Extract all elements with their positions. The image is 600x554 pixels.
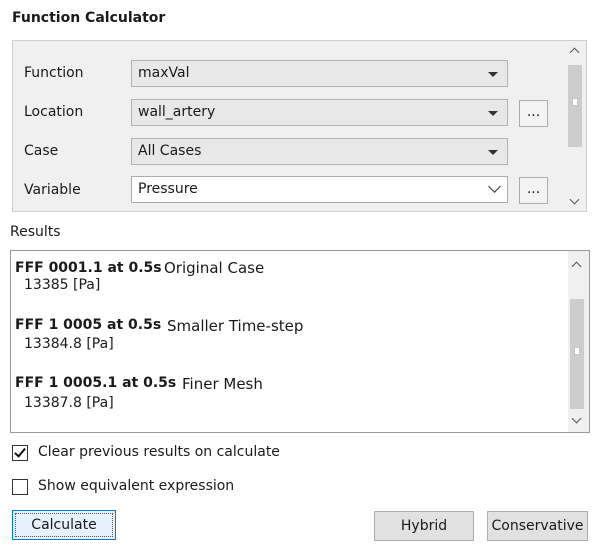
chevron-up-icon[interactable] <box>569 47 580 58</box>
results-list[interactable]: FFF 0001.1 at 0.5s Original Case 13385 [… <box>10 250 590 433</box>
chevron-down-icon <box>488 180 501 193</box>
hybrid-button[interactable]: Hybrid <box>374 511 474 541</box>
results-scrollbar[interactable] <box>568 251 589 432</box>
caret-down-icon <box>488 72 498 77</box>
location-dropdown[interactable]: wall_artery <box>131 99 508 126</box>
focus-ring <box>15 513 113 537</box>
scrollbar-thumb[interactable] <box>570 299 584 409</box>
result-note: Smaller Time-step <box>167 317 304 335</box>
result-value: 13387.8 [Pa] <box>24 395 114 411</box>
chevron-up-icon[interactable] <box>571 261 582 272</box>
function-label: Function <box>24 65 84 81</box>
calculate-button[interactable]: Calculate <box>12 510 116 540</box>
result-name: FFF 0001.1 at 0.5s <box>15 260 162 276</box>
result-value: 13385 [Pa] <box>24 277 101 293</box>
results-label: Results <box>10 224 61 240</box>
show-equivalent-label: Show equivalent expression <box>38 478 235 494</box>
variable-browse-button[interactable]: ... <box>519 177 548 204</box>
result-note: Original Case <box>164 259 265 277</box>
chevron-down-icon[interactable] <box>569 194 580 205</box>
caret-down-icon <box>488 150 498 155</box>
result-name: FFF 1 0005 at 0.5s <box>15 317 162 333</box>
location-value: wall_artery <box>138 104 216 120</box>
parameter-panel-scrollbar[interactable] <box>566 41 586 211</box>
caret-down-icon <box>488 111 498 116</box>
variable-label: Variable <box>24 182 81 198</box>
variable-value: Pressure <box>138 181 198 197</box>
scrollbar-grip <box>574 347 580 355</box>
location-label: Location <box>24 104 84 120</box>
variable-combobox[interactable]: Pressure <box>131 176 508 203</box>
parameter-panel: Function maxVal Location wall_artery ...… <box>12 40 587 212</box>
clear-previous-label: Clear previous results on calculate <box>38 444 280 460</box>
scrollbar-thumb[interactable] <box>568 65 582 147</box>
scrollbar-grip <box>572 98 578 106</box>
result-note: Finer Mesh <box>182 375 263 393</box>
function-dropdown[interactable]: maxVal <box>131 60 508 87</box>
result-name: FFF 1 0005.1 at 0.5s <box>15 375 177 391</box>
show-equivalent-checkbox[interactable] <box>12 479 28 495</box>
case-dropdown[interactable]: All Cases <box>131 138 508 165</box>
check-icon <box>14 445 26 458</box>
result-value: 13384.8 [Pa] <box>24 336 114 352</box>
function-value: maxVal <box>138 65 190 81</box>
location-browse-button[interactable]: ... <box>519 100 548 127</box>
conservative-button[interactable]: Conservative <box>487 511 588 541</box>
clear-previous-checkbox[interactable] <box>12 445 28 461</box>
case-value: All Cases <box>138 143 202 159</box>
chevron-down-icon[interactable] <box>571 413 582 424</box>
panel-title: Function Calculator <box>12 10 166 26</box>
case-label: Case <box>24 143 59 159</box>
